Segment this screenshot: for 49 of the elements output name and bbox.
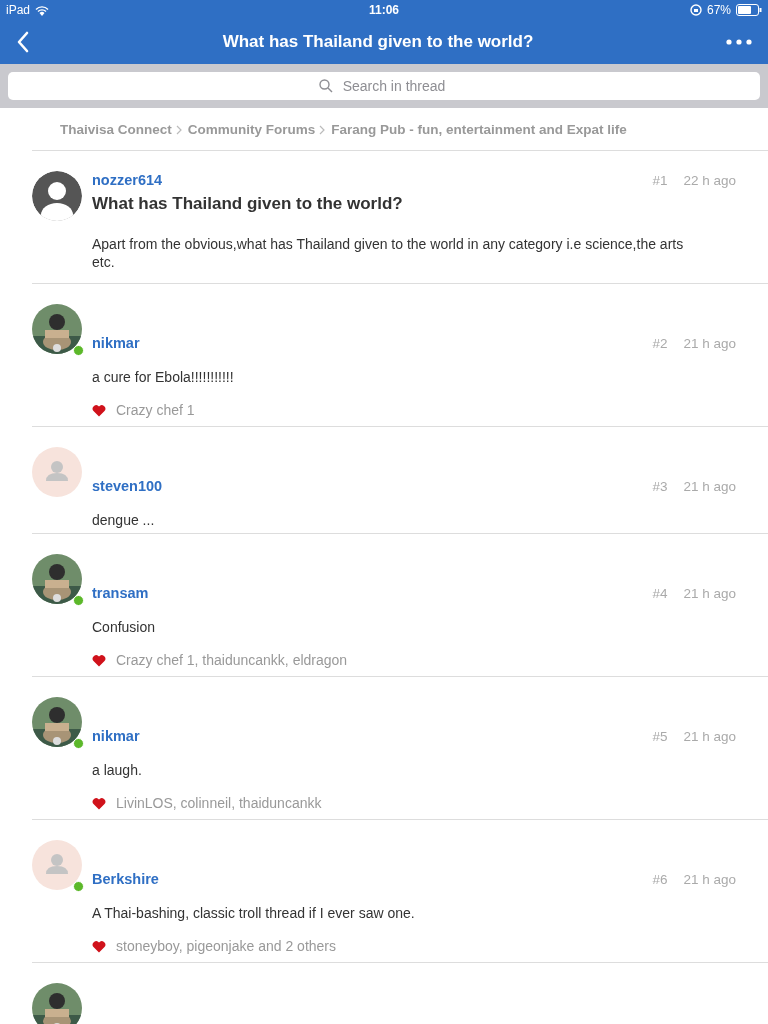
likes-list[interactable]: Crazy chef 1, thaiduncankk, eldragon [116,652,348,668]
search-icon [319,79,333,93]
likes-list[interactable]: stoneyboy, pigeonjake and 2 others [116,938,336,954]
post-text: A Thai-bashing, classic troll thread if I ever saw one. [92,904,416,922]
post-number[interactable]: #1 [652,172,668,188]
post-number[interactable]: #4 [652,585,668,601]
heart-icon[interactable] [92,939,106,953]
author-link[interactable]: nikmar [92,335,653,351]
more-button[interactable] [724,37,754,47]
author-link[interactable]: Berkshire [92,871,653,887]
chevron-icon [175,124,182,135]
search-field[interactable]: Search in thread [8,72,760,100]
post-number[interactable]: #5 [652,728,668,744]
post-text: Apart from the obvious,what has Thailand given to the world in any category i.e science,the arts etc. [92,235,685,271]
battery-percent: 67% [706,3,731,17]
heart-icon[interactable] [92,403,106,417]
post-time: 22 h ago [683,172,736,188]
battery-icon [736,4,762,16]
author-link[interactable]: nozzer614 [92,172,653,188]
breadcrumb-link[interactable]: Farang Pub - fun, entertainment and Expat life [331,122,627,137]
post-text: a laugh. [92,761,143,779]
post-time: 21 h ago [683,585,736,601]
breadcrumb-link[interactable]: Community Forums [187,122,316,137]
likes-list[interactable]: LivinLOS, colinneil, thaiduncankk [116,795,322,811]
post-title: What has Thailand given to the world? [92,194,404,214]
heart-icon[interactable] [92,796,106,810]
clock-time: 11:06 [368,3,400,17]
thread-title: What has Thailand given to the world? [222,32,534,52]
rotation-lock-icon [689,4,702,16]
wifi-icon [35,4,50,16]
heart-icon[interactable] [92,653,106,667]
post-text: Confusion [92,618,157,636]
post-number[interactable]: #2 [652,335,668,351]
author-link[interactable]: transam [92,585,653,601]
avatar[interactable] [32,171,82,221]
author-link[interactable]: steven100 [92,478,653,494]
post-number[interactable]: #3 [652,478,668,494]
post-number[interactable]: #6 [652,871,668,887]
chevron-icon [319,124,326,135]
device-name: iPad [6,3,31,17]
post-text: dengue ... [92,511,156,529]
post-time: 21 h ago [683,335,736,351]
post-time: 21 h ago [683,478,736,494]
author-link[interactable]: nikmar [92,728,653,744]
post-time: 21 h ago [683,871,736,887]
likes-list[interactable]: Crazy chef 1 [116,402,195,418]
post-text: a cure for Ebola!!!!!!!!!!! [92,368,235,386]
post-time: 21 h ago [683,728,736,744]
breadcrumb-link[interactable]: Thaivisa Connect [60,122,172,137]
